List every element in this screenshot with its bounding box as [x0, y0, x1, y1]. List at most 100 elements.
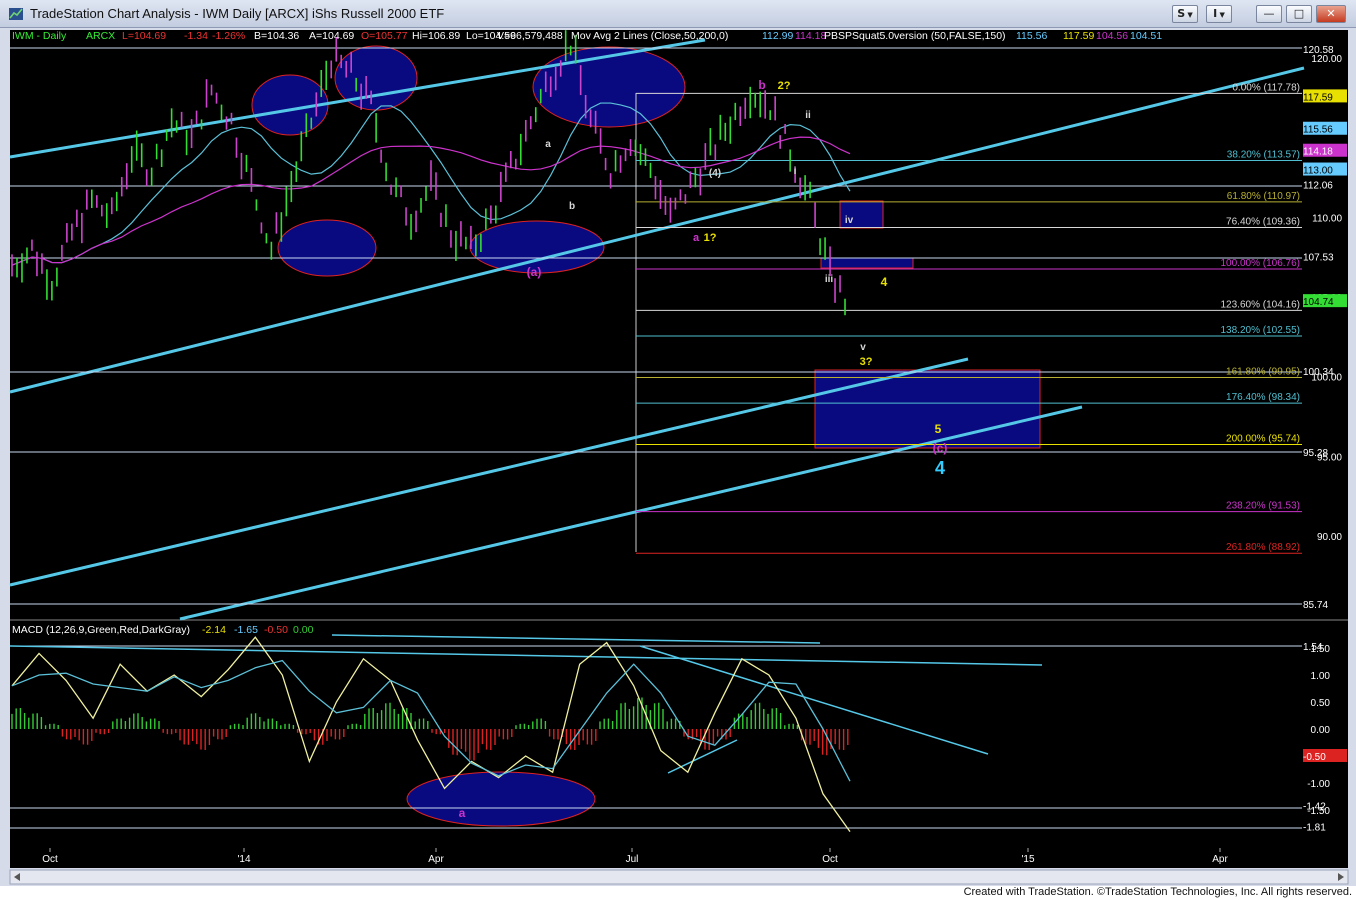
- app-icon: [9, 8, 23, 20]
- header-ma50: 112.99: [762, 30, 793, 42]
- symbol-link-button[interactable]: S ▼: [1172, 5, 1198, 23]
- chart-area[interactable]: IWM - Daily ARCX L=104.69 -1.34 -1.26% B…: [0, 28, 1356, 886]
- x-tick-label: Apr: [428, 854, 444, 865]
- ellipse-annotation: [406, 771, 596, 827]
- header-pbs: PBSPSquat5.0version (50,FALSE,150): [824, 30, 1006, 42]
- price-marker-label: 104.74: [1303, 297, 1334, 308]
- fib-label: 176.40% (98.34): [1226, 392, 1300, 403]
- footer: Created with TradeStation. ©TradeStation…: [0, 886, 1356, 900]
- wave-label: 5: [935, 422, 942, 436]
- x-tick-label: Oct: [42, 854, 58, 865]
- header-open: O=105.77: [361, 30, 408, 42]
- header-change: -1.34: [184, 30, 208, 42]
- price-marker-label: 115.56: [1303, 125, 1333, 136]
- x-tick-label: Jul: [626, 854, 639, 865]
- wave-label: v: [860, 342, 866, 353]
- header-exchange: ARCX: [86, 30, 115, 42]
- price-marker-label: 95.28: [1303, 448, 1328, 459]
- x-tick-label: Apr: [1212, 854, 1228, 865]
- title-bar: TradeStation Chart Analysis - IWM Daily …: [0, 0, 1356, 28]
- time-axis: [10, 848, 1348, 868]
- wave-label: ii: [805, 110, 811, 121]
- fib-label: 200.00% (95.74): [1226, 434, 1300, 445]
- header-ma200: 114.18: [795, 30, 826, 42]
- header-volume: V=66,579,488: [497, 30, 563, 42]
- macd-diff-value: -0.50: [264, 624, 288, 636]
- chevron-down-icon: ▼: [1217, 11, 1225, 19]
- x-tick-label: '15: [1021, 854, 1034, 865]
- horizontal-scrollbar[interactable]: [9, 869, 1349, 885]
- symbol-link-label: S: [1177, 7, 1186, 20]
- wave-label: 4: [935, 458, 945, 478]
- y-tick-label: 90.00: [1317, 532, 1342, 543]
- macd-y-tick-label: -1.00: [1307, 779, 1330, 790]
- macd-marker-label: -1.42: [1303, 802, 1326, 813]
- wave-label: iii: [825, 274, 834, 285]
- macd-marker-label: -0.50: [1303, 752, 1326, 763]
- wave-label: 4: [881, 275, 888, 289]
- fib-label: 0.00% (117.78): [1232, 82, 1300, 93]
- header-pbs-3: 104.56: [1096, 30, 1128, 42]
- indicator-link-button[interactable]: I ▼: [1206, 5, 1232, 23]
- fib-label: 100.00% (106.76): [1220, 258, 1300, 269]
- price-marker-label: 107.53: [1303, 253, 1334, 264]
- wave-label: 2?: [778, 80, 791, 92]
- macd-header: MACD (12,26,9,Green,Red,DarkGray) -2.14 …: [12, 624, 314, 636]
- fib-label: 238.20% (91.53): [1226, 501, 1300, 512]
- price-marker-label: 113.00: [1303, 166, 1333, 177]
- fib-label: 61.80% (110.97): [1227, 191, 1300, 202]
- ellipse-annotation: [277, 219, 377, 277]
- x-tick-label: Oct: [822, 854, 838, 865]
- wave-label: a: [693, 232, 700, 244]
- macd-panel: [10, 620, 1302, 848]
- price-marker-label: 100.34: [1303, 367, 1334, 378]
- price-marker-label: 120.58: [1303, 45, 1334, 56]
- header-last: L=104.69: [122, 30, 166, 42]
- x-tick-label: '14: [237, 854, 250, 865]
- price-marker-label: 112.06: [1303, 181, 1333, 192]
- target-box: [820, 257, 914, 269]
- window-title: TradeStation Chart Analysis - IWM Daily …: [30, 6, 445, 21]
- restore-button[interactable]: □: [1286, 5, 1312, 23]
- tradestation-window: TradeStation Chart Analysis - IWM Daily …: [0, 0, 1356, 900]
- wave-label: a: [459, 806, 466, 820]
- wave-label: 1?: [704, 232, 717, 244]
- wave-label: b: [569, 201, 575, 212]
- fib-label: 138.20% (102.55): [1220, 325, 1300, 336]
- fib-label: 123.60% (104.16): [1220, 299, 1300, 310]
- wave-label: a: [545, 139, 551, 150]
- wave-label: (c): [933, 441, 948, 455]
- wave-label: (a): [527, 265, 542, 279]
- macd-label: MACD (12,26,9,Green,Red,DarkGray): [12, 624, 190, 636]
- wave-label: b: [758, 78, 765, 92]
- macd-signal-value: -1.65: [234, 624, 258, 636]
- macd-marker-label: -1.81: [1303, 823, 1326, 834]
- wave-label: iv: [845, 215, 854, 226]
- header-pct: -1.26%: [212, 30, 245, 42]
- header-pbs-1: 115.56: [1016, 30, 1047, 42]
- fib-label: 161.80% (99.95): [1226, 366, 1300, 377]
- price-marker-label: 117.59: [1303, 92, 1333, 103]
- header-high: Hi=106.89: [412, 30, 460, 42]
- header-bid: B=104.36: [254, 30, 299, 42]
- macd-marker-label: 1.54: [1303, 642, 1323, 653]
- price-marker-label: 85.74: [1303, 600, 1328, 611]
- wave-label: i: [794, 166, 797, 177]
- y-tick-label: 110.00: [1312, 213, 1342, 224]
- minimize-button[interactable]: —: [1256, 5, 1282, 23]
- macd-y-tick-label: 1.00: [1311, 671, 1331, 682]
- fib-label: 38.20% (113.57): [1227, 149, 1300, 160]
- price-header: IWM - Daily ARCX L=104.69 -1.34 -1.26% B…: [12, 30, 1162, 42]
- wave-label: (4): [709, 168, 721, 179]
- macd-zero-value: 0.00: [293, 624, 314, 636]
- macd-y-tick-label: 0.50: [1311, 698, 1331, 709]
- header-symbol: IWM - Daily: [12, 30, 67, 42]
- target-box: [814, 369, 1041, 449]
- header-ask: A=104.69: [309, 30, 354, 42]
- header-pbs-2: 117.59: [1063, 30, 1094, 42]
- header-pbs-4: 104.51: [1130, 30, 1162, 42]
- close-button[interactable]: ✕: [1316, 5, 1346, 23]
- chevron-down-icon: ▼: [1185, 11, 1193, 19]
- fib-label: 76.40% (109.36): [1226, 217, 1300, 228]
- price-marker-label: 114.18: [1303, 147, 1333, 158]
